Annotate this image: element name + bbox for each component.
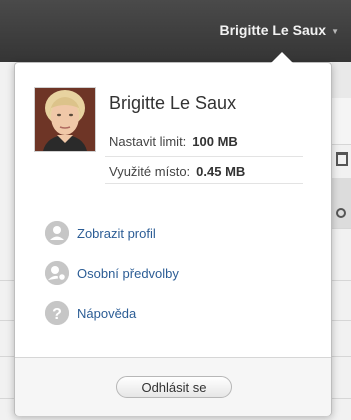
user-menu-list: Zobrazit profil Osobní předvolby ? Nápov… [45, 213, 179, 333]
quota-used-value: 0.45 MB [196, 164, 246, 179]
user-settings-icon [45, 261, 69, 285]
quota-limit-value: 100 MB [192, 134, 238, 149]
user-icon [45, 221, 69, 245]
avatar [34, 87, 96, 152]
menu-item-label: Zobrazit profil [77, 225, 156, 241]
chevron-down-icon: ▼ [331, 27, 339, 36]
logout-button[interactable]: Odhlásit se [116, 376, 232, 398]
menu-item-help[interactable]: ? Nápověda [45, 293, 179, 333]
popup-arrow [271, 52, 293, 63]
menu-item-view-profile[interactable]: Zobrazit profil [45, 213, 179, 253]
menu-item-label: Nápověda [77, 305, 137, 321]
settings-icon [336, 208, 346, 218]
trash-icon [336, 152, 348, 166]
quota-limit-row: Nastavit limit: 100 MB [105, 130, 303, 153]
user-name: Brigitte Le Saux [219, 22, 327, 38]
quota-info: Nastavit limit: 100 MB Využité místo: 0.… [105, 130, 303, 184]
quota-used-label: Využité místo: [109, 164, 191, 179]
profile-name: Brigitte Le Saux [109, 93, 237, 113]
menu-item-label: Osobní předvolby [77, 265, 179, 281]
menu-item-preferences[interactable]: Osobní předvolby [45, 253, 179, 293]
svg-text:?: ? [52, 306, 62, 323]
help-icon: ? [45, 301, 69, 325]
user-menu-popup: Brigitte Le Saux Nastavit limit: 100 MB … [14, 52, 332, 416]
quota-used-row: Využité místo: 0.45 MB [105, 156, 303, 183]
user-menu-toggle[interactable]: Brigitte Le Saux ▼ [219, 22, 339, 38]
popup-footer: Odhlásit se [15, 357, 331, 416]
top-bar: Brigitte Le Saux ▼ [0, 0, 351, 62]
quota-limit-label: Nastavit limit: [109, 134, 187, 149]
